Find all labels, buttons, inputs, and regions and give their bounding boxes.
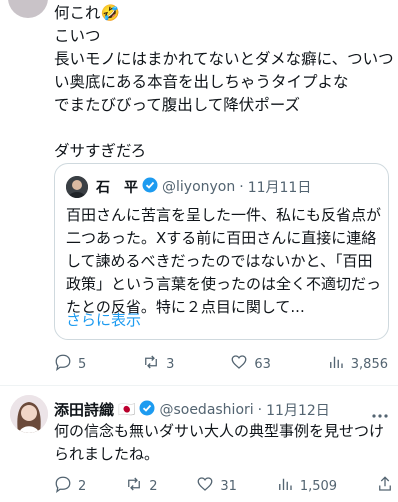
quote-text: 百田さんに苦言を呈した一件、私にも反省点が二つあった。Xする前に百田さんに直接に… (66, 206, 382, 316)
more-options-button[interactable] (372, 404, 388, 418)
avatar[interactable] (10, 395, 48, 433)
retweet-count: 2 (149, 478, 158, 494)
reply-author-handle[interactable]: @soedashiori (159, 402, 253, 418)
avatar[interactable] (66, 176, 88, 198)
like-button[interactable]: 63 (230, 353, 271, 375)
verified-badge-icon (142, 177, 158, 197)
reply-button[interactable]: 5 (54, 353, 86, 375)
quote-date[interactable]: 11月11日 (248, 177, 312, 197)
reply-icon (54, 353, 72, 375)
heart-icon (230, 353, 248, 375)
retweet-icon (142, 353, 160, 375)
reply-count: 2 (78, 478, 87, 494)
views-button[interactable]: 3,856 (327, 353, 388, 375)
views-count: 1,509 (299, 478, 338, 494)
retweet-button[interactable]: 2 (125, 475, 157, 497)
verified-badge-icon (139, 400, 155, 420)
reply-count: 5 (78, 356, 87, 372)
quote-author-name[interactable]: 石 平 (96, 177, 138, 197)
more-dots-icon (372, 414, 388, 418)
separator-dot: · (257, 401, 263, 418)
retweet-button[interactable]: 3 (142, 353, 174, 375)
views-button[interactable]: 1,509 (276, 475, 337, 497)
reply-author-name[interactable]: 添田詩織 (54, 399, 114, 420)
reply-button[interactable]: 2 (54, 475, 86, 497)
reply-date[interactable]: 11月12日 (266, 400, 330, 420)
tweet-text: 何これ🤣 こいつ 長いモノにはまかれてないとダメな癖に、ついつい奥底にある本音を… (54, 4, 394, 160)
avatar[interactable] (8, 0, 48, 18)
flag-icon: 🇯🇵 (118, 401, 136, 418)
like-button[interactable]: 31 (196, 475, 237, 497)
views-count: 3,856 (350, 356, 388, 372)
views-icon (276, 475, 294, 497)
share-icon (376, 475, 394, 497)
reply-text: 何の信念も無いダサい大人の典型事例を見せつけられましたね。 (54, 422, 385, 463)
divider (0, 385, 398, 386)
like-count: 31 (220, 478, 237, 494)
separator-dot: · (239, 179, 244, 195)
views-icon (327, 353, 345, 375)
retweet-count: 3 (166, 356, 175, 372)
show-more-link[interactable]: さらに表示 (66, 309, 141, 330)
quote-author-handle[interactable]: @liyonyon (162, 179, 235, 195)
retweet-icon (125, 475, 143, 497)
reply-icon (54, 475, 72, 497)
like-count: 63 (254, 356, 271, 372)
share-button[interactable] (376, 475, 394, 497)
heart-icon (196, 475, 214, 497)
